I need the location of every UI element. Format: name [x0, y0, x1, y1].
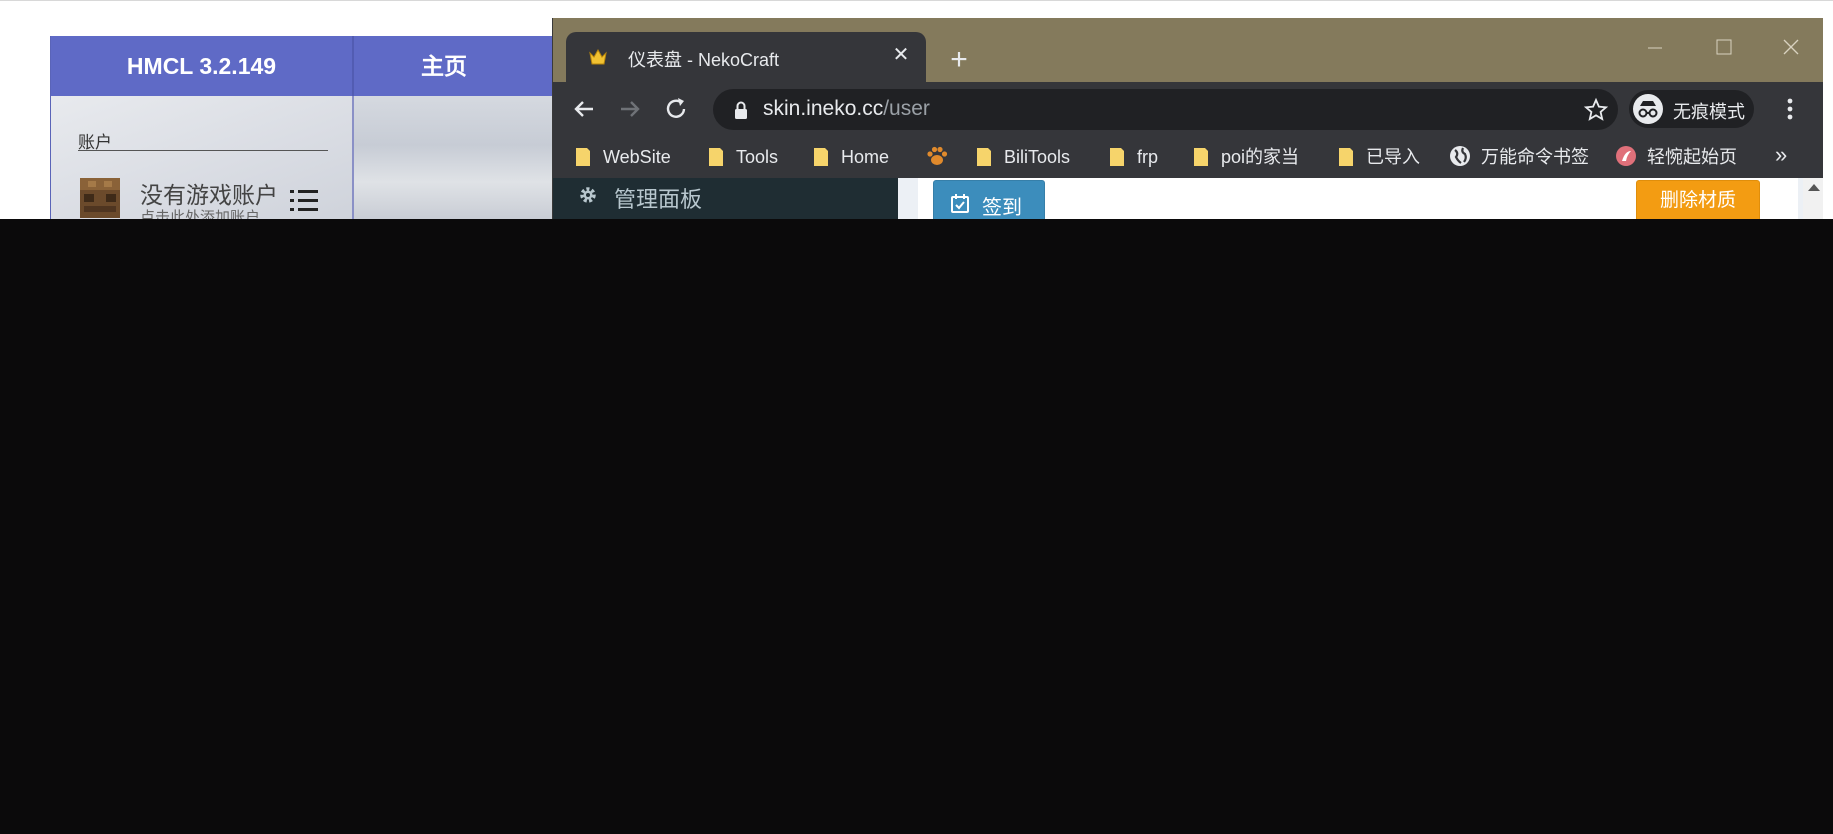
- crafting-table-avatar-icon[interactable]: [78, 176, 122, 219]
- account-hint: 点击此处添加账户: [140, 209, 261, 219]
- bookmarks-bar: WebSite Tools Home BiliTools frp poi的家当 …: [553, 136, 1823, 178]
- tab-close-icon[interactable]: ✕: [889, 43, 913, 67]
- delete-texture-button[interactable]: 删除材质: [1636, 180, 1760, 219]
- more-menu-icon[interactable]: [1785, 96, 1795, 122]
- maximize-icon[interactable]: [1704, 32, 1744, 62]
- page-scrollbar[interactable]: [1803, 178, 1823, 219]
- folder-icon: [575, 147, 593, 167]
- chrome-toolbar: skin.ineko.cc/user 无痕模式: [553, 82, 1823, 136]
- incognito-icon: [1633, 94, 1663, 124]
- address-bar[interactable]: skin.ineko.cc/user: [713, 89, 1618, 130]
- calendar-check-icon: [950, 193, 970, 213]
- sidebar-item-admin-panel[interactable]: 管理面板: [614, 182, 702, 214]
- folder-icon: [1109, 147, 1127, 167]
- bookmark-item[interactable]: 已导入: [1338, 143, 1420, 171]
- url-domain: skin.ineko.cc: [763, 97, 884, 120]
- bookmark-item[interactable]: poi的家当: [1193, 143, 1299, 171]
- bookmark-item[interactable]: [925, 143, 949, 171]
- bookmark-star-icon[interactable]: [1583, 97, 1609, 123]
- url-path: /user: [883, 97, 930, 120]
- bookmark-item[interactable]: 轻惋起始页: [1615, 143, 1737, 171]
- hmcl-divider: [352, 36, 354, 219]
- account-name[interactable]: 没有游戏账户: [140, 176, 278, 210]
- minimize-icon[interactable]: [1635, 38, 1675, 58]
- desktop-top-border: [0, 0, 1833, 1]
- page-sidebar: 管理面板: [553, 178, 898, 219]
- url-text[interactable]: skin.ineko.cc/user: [763, 97, 930, 121]
- chrome-window: 仪表盘 - NekoCraft ✕ + skin.ineko.cc/user 无…: [552, 18, 1823, 219]
- black-background: [0, 219, 1833, 834]
- incognito-label: 无痕模式: [1673, 102, 1745, 122]
- site-icon: [1615, 145, 1637, 166]
- hmcl-title: HMCL 3.2.149: [126, 53, 277, 79]
- account-section-rule: [78, 150, 328, 151]
- folder-icon: [708, 147, 726, 167]
- forward-arrow-icon[interactable]: [613, 92, 647, 126]
- folder-icon: [1338, 147, 1356, 167]
- bookmark-item[interactable]: Home: [813, 143, 889, 171]
- bookmark-item[interactable]: 万能命令书签: [1449, 143, 1589, 171]
- crown-favicon-icon: [588, 47, 608, 67]
- folder-icon: [1193, 147, 1211, 167]
- chrome-titlebar: 仪表盘 - NekoCraft ✕ +: [553, 18, 1823, 82]
- scroll-up-icon[interactable]: [1808, 184, 1820, 191]
- sign-in-button[interactable]: 签到: [933, 180, 1045, 219]
- bookmark-item[interactable]: Tools: [708, 143, 778, 171]
- account-list-icon[interactable]: [290, 186, 320, 216]
- globe-icon: [1449, 145, 1471, 166]
- back-arrow-icon[interactable]: [567, 92, 601, 126]
- web-page: 管理面板 签到 删除材质: [553, 178, 1823, 219]
- hmcl-header: HMCL 3.2.149 主页: [51, 36, 611, 96]
- lock-icon[interactable]: [733, 100, 749, 120]
- folder-icon: [813, 147, 831, 167]
- hmcl-tab-home[interactable]: 主页: [354, 36, 534, 96]
- desktop-visible-area: HMCL 3.2.149 主页 账户 没有游戏账户 点击此处添加账户 仪表盘 -…: [0, 0, 1833, 219]
- sign-in-label: 签到: [982, 197, 1022, 219]
- hmcl-window: HMCL 3.2.149 主页: [50, 36, 611, 219]
- new-tab-button[interactable]: +: [941, 42, 977, 78]
- paw-icon: [925, 145, 949, 165]
- tab-title: 仪表盘 - NekoCraft: [628, 50, 780, 70]
- content-card: 签到 删除材质: [918, 178, 1798, 219]
- incognito-badge[interactable]: 无痕模式: [1629, 90, 1754, 128]
- bookmark-item[interactable]: frp: [1109, 143, 1158, 171]
- gear-icon: [578, 185, 598, 205]
- bookmarks-overflow-icon[interactable]: »: [1775, 142, 1787, 168]
- bookmark-item[interactable]: BiliTools: [976, 143, 1070, 171]
- reload-icon[interactable]: [659, 92, 693, 126]
- window-close-icon[interactable]: [1771, 32, 1811, 62]
- folder-icon: [976, 147, 994, 167]
- page-content: 签到 删除材质: [898, 178, 1803, 219]
- bookmark-item[interactable]: WebSite: [575, 143, 671, 171]
- browser-tab[interactable]: 仪表盘 - NekoCraft ✕: [566, 32, 926, 82]
